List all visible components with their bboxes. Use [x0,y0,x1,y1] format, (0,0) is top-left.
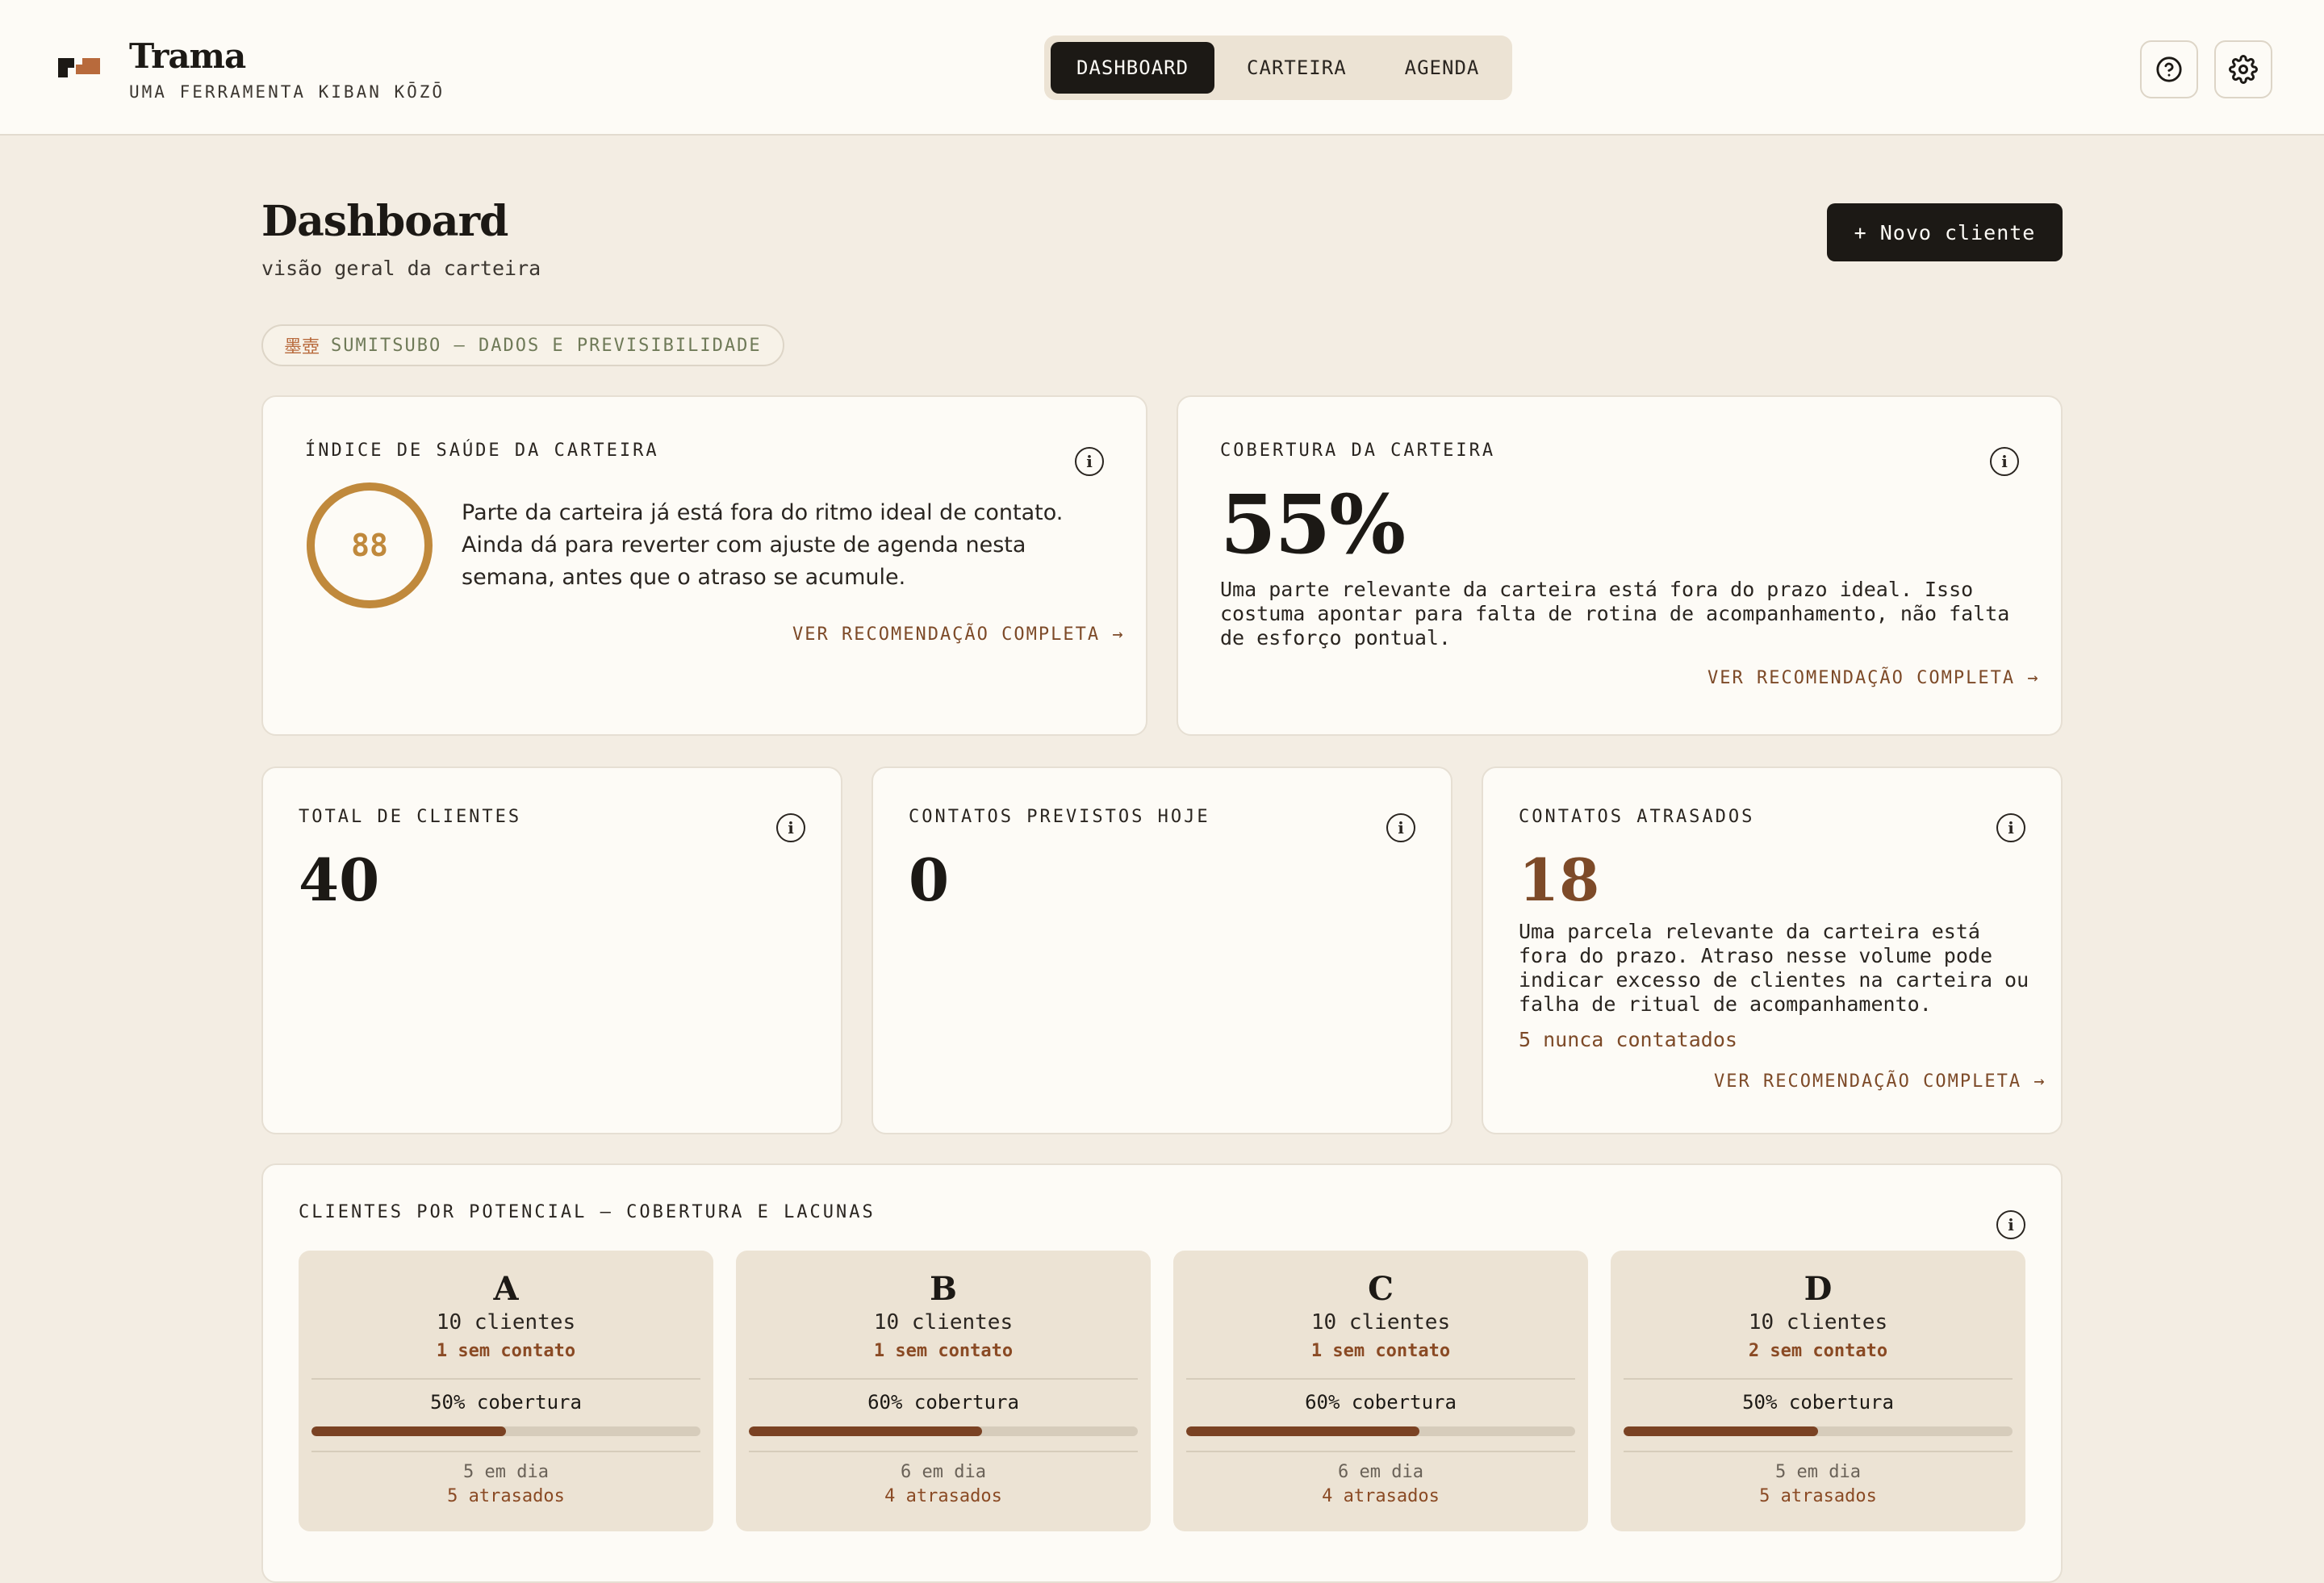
brand[interactable]: Trama UMA FERRAMENTA KIBAN KŌZŌ [58,36,445,102]
coverage-bar-fill [1186,1426,1420,1436]
tier-letter: B [930,1270,957,1308]
divider [311,1451,700,1452]
coverage-bar [1624,1426,2013,1436]
divider [1186,1451,1575,1452]
tier-tile-d[interactable]: D 10 clientes 2 sem contato 50% cobertur… [1611,1251,2025,1531]
coverage-bar-fill [749,1426,983,1436]
divider [1624,1451,2013,1452]
page-subtitle: visão geral da carteira [261,257,541,280]
tier-client-count: 10 clientes [1310,1310,1451,1334]
brand-title: Trama [129,36,246,76]
info-icon[interactable]: i [1996,813,2025,842]
today-contacts-value: 0 [909,846,950,914]
tab-carteira[interactable]: CARTEIRA [1221,42,1373,94]
tier-tile-a[interactable]: A 10 clientes 1 sem contato 50% cobertur… [299,1251,713,1531]
tier-no-contact: 2 sem contato [1748,1341,1888,1361]
new-client-button[interactable]: + Novo cliente [1827,203,2063,261]
main-nav: DASHBOARD CARTEIRA AGENDA [1044,36,1512,100]
coverage-bar [1186,1426,1575,1436]
divider [1186,1378,1575,1380]
tier-letter: C [1368,1270,1394,1308]
info-icon[interactable]: i [776,813,805,842]
never-contacted-count: 5 nunca contatados [1519,1028,1737,1051]
coverage-description: Uma parte relevante da carteira está for… [1220,578,2010,649]
help-button[interactable] [2140,40,2198,98]
page-title: Dashboard [261,197,508,246]
late-recommendation-link[interactable]: VER RECOMENDAÇÃO COMPLETA → [1714,1071,2046,1092]
tier-late: 5 atrasados [447,1486,565,1506]
tier-client-count: 10 clientes [873,1310,1014,1334]
settings-button[interactable] [2214,40,2272,98]
late-contacts-description: Uma parcela relevante da carteira está f… [1519,920,2029,1016]
gear-icon [2229,55,2258,84]
info-icon[interactable]: i [1386,813,1415,842]
divider [749,1451,1138,1452]
tier-letter: A [493,1270,519,1308]
logo-icon [58,58,100,81]
tier-tile-b[interactable]: B 10 clientes 1 sem contato 60% cobertur… [736,1251,1151,1531]
today-contacts-card: CONTATOS PREVISTOS HOJE i 0 [872,766,1452,1134]
tier-letter: D [1804,1270,1833,1308]
coverage-bar [749,1426,1138,1436]
coverage-recommendation-link[interactable]: VER RECOMENDAÇÃO COMPLETA → [1707,668,2040,688]
tier-no-contact: 1 sem contato [436,1341,576,1361]
late-contacts-card: CONTATOS ATRASADOS i 18 Uma parcela rele… [1482,766,2063,1134]
tier-coverage: 60% cobertura [867,1391,1019,1414]
brand-subtitle: UMA FERRAMENTA KIBAN KŌZŌ [129,82,445,102]
coverage-bar [311,1426,700,1436]
sumitsubo-badge: 墨壺 SUMITSUBO — DADOS E PREVISIBILIDADE [261,324,784,366]
coverage-card: COBERTURA DA CARTEIRA i 55% Uma parte re… [1177,395,2063,736]
total-clients-label: TOTAL DE CLIENTES [299,807,522,827]
tier-client-count: 10 clientes [1748,1310,1888,1334]
coverage-value: 55% [1220,477,1406,572]
help-circle-icon [2156,56,2182,82]
health-score-ring: 88 [305,481,434,610]
late-contacts-value: 18 [1519,846,1600,914]
tier-coverage: 50% cobertura [430,1391,582,1414]
tier-no-contact: 1 sem contato [873,1341,1014,1361]
tier-no-contact: 1 sem contato [1310,1341,1451,1361]
tab-agenda[interactable]: AGENDA [1379,42,1506,94]
tier-on-time: 6 em dia [1338,1462,1423,1482]
info-icon[interactable]: i [1996,1210,2025,1239]
health-score: 88 [351,528,388,563]
health-description: Parte da carteira já está fora do ritmo … [462,500,1064,590]
health-label: ÍNDICE DE SAÚDE DA CARTEIRA [305,441,659,461]
tier-on-time: 6 em dia [901,1462,986,1482]
coverage-label: COBERTURA DA CARTEIRA [1220,441,1496,461]
total-clients-value: 40 [299,846,380,914]
tier-coverage: 50% cobertura [1742,1391,1894,1414]
late-contacts-label: CONTATOS ATRASADOS [1519,807,1755,827]
divider [1624,1378,2013,1380]
top-bar: Trama UMA FERRAMENTA KIBAN KŌZŌ DASHBOAR… [0,0,2324,136]
tier-late: 4 atrasados [1322,1486,1440,1506]
divider [311,1378,700,1380]
info-icon[interactable]: i [1990,447,2019,476]
badge-text: SUMITSUBO — DADOS E PREVISIBILIDADE [331,335,762,356]
tier-on-time: 5 em dia [1775,1462,1861,1482]
coverage-bar-fill [311,1426,506,1436]
tier-late: 5 atrasados [1759,1486,1877,1506]
health-recommendation-link[interactable]: VER RECOMENDAÇÃO COMPLETA → [792,624,1125,645]
potential-label: CLIENTES POR POTENCIAL — COBERTURA E LAC… [299,1202,876,1222]
coverage-bar-fill [1624,1426,1818,1436]
tier-late: 4 atrasados [884,1486,1002,1506]
tab-dashboard[interactable]: DASHBOARD [1051,42,1215,94]
tier-client-count: 10 clientes [436,1310,576,1334]
today-contacts-label: CONTATOS PREVISTOS HOJE [909,807,1210,827]
tier-coverage: 60% cobertura [1305,1391,1457,1414]
tier-on-time: 5 em dia [463,1462,549,1482]
info-icon[interactable]: i [1075,447,1104,476]
divider [749,1378,1138,1380]
tier-tile-c[interactable]: C 10 clientes 1 sem contato 60% cobertur… [1173,1251,1588,1531]
health-card: ÍNDICE DE SAÚDE DA CARTEIRA i 88 Parte d… [261,395,1147,736]
badge-kanji: 墨壺 [284,337,320,357]
total-clients-card: TOTAL DE CLIENTES i 40 [261,766,842,1134]
